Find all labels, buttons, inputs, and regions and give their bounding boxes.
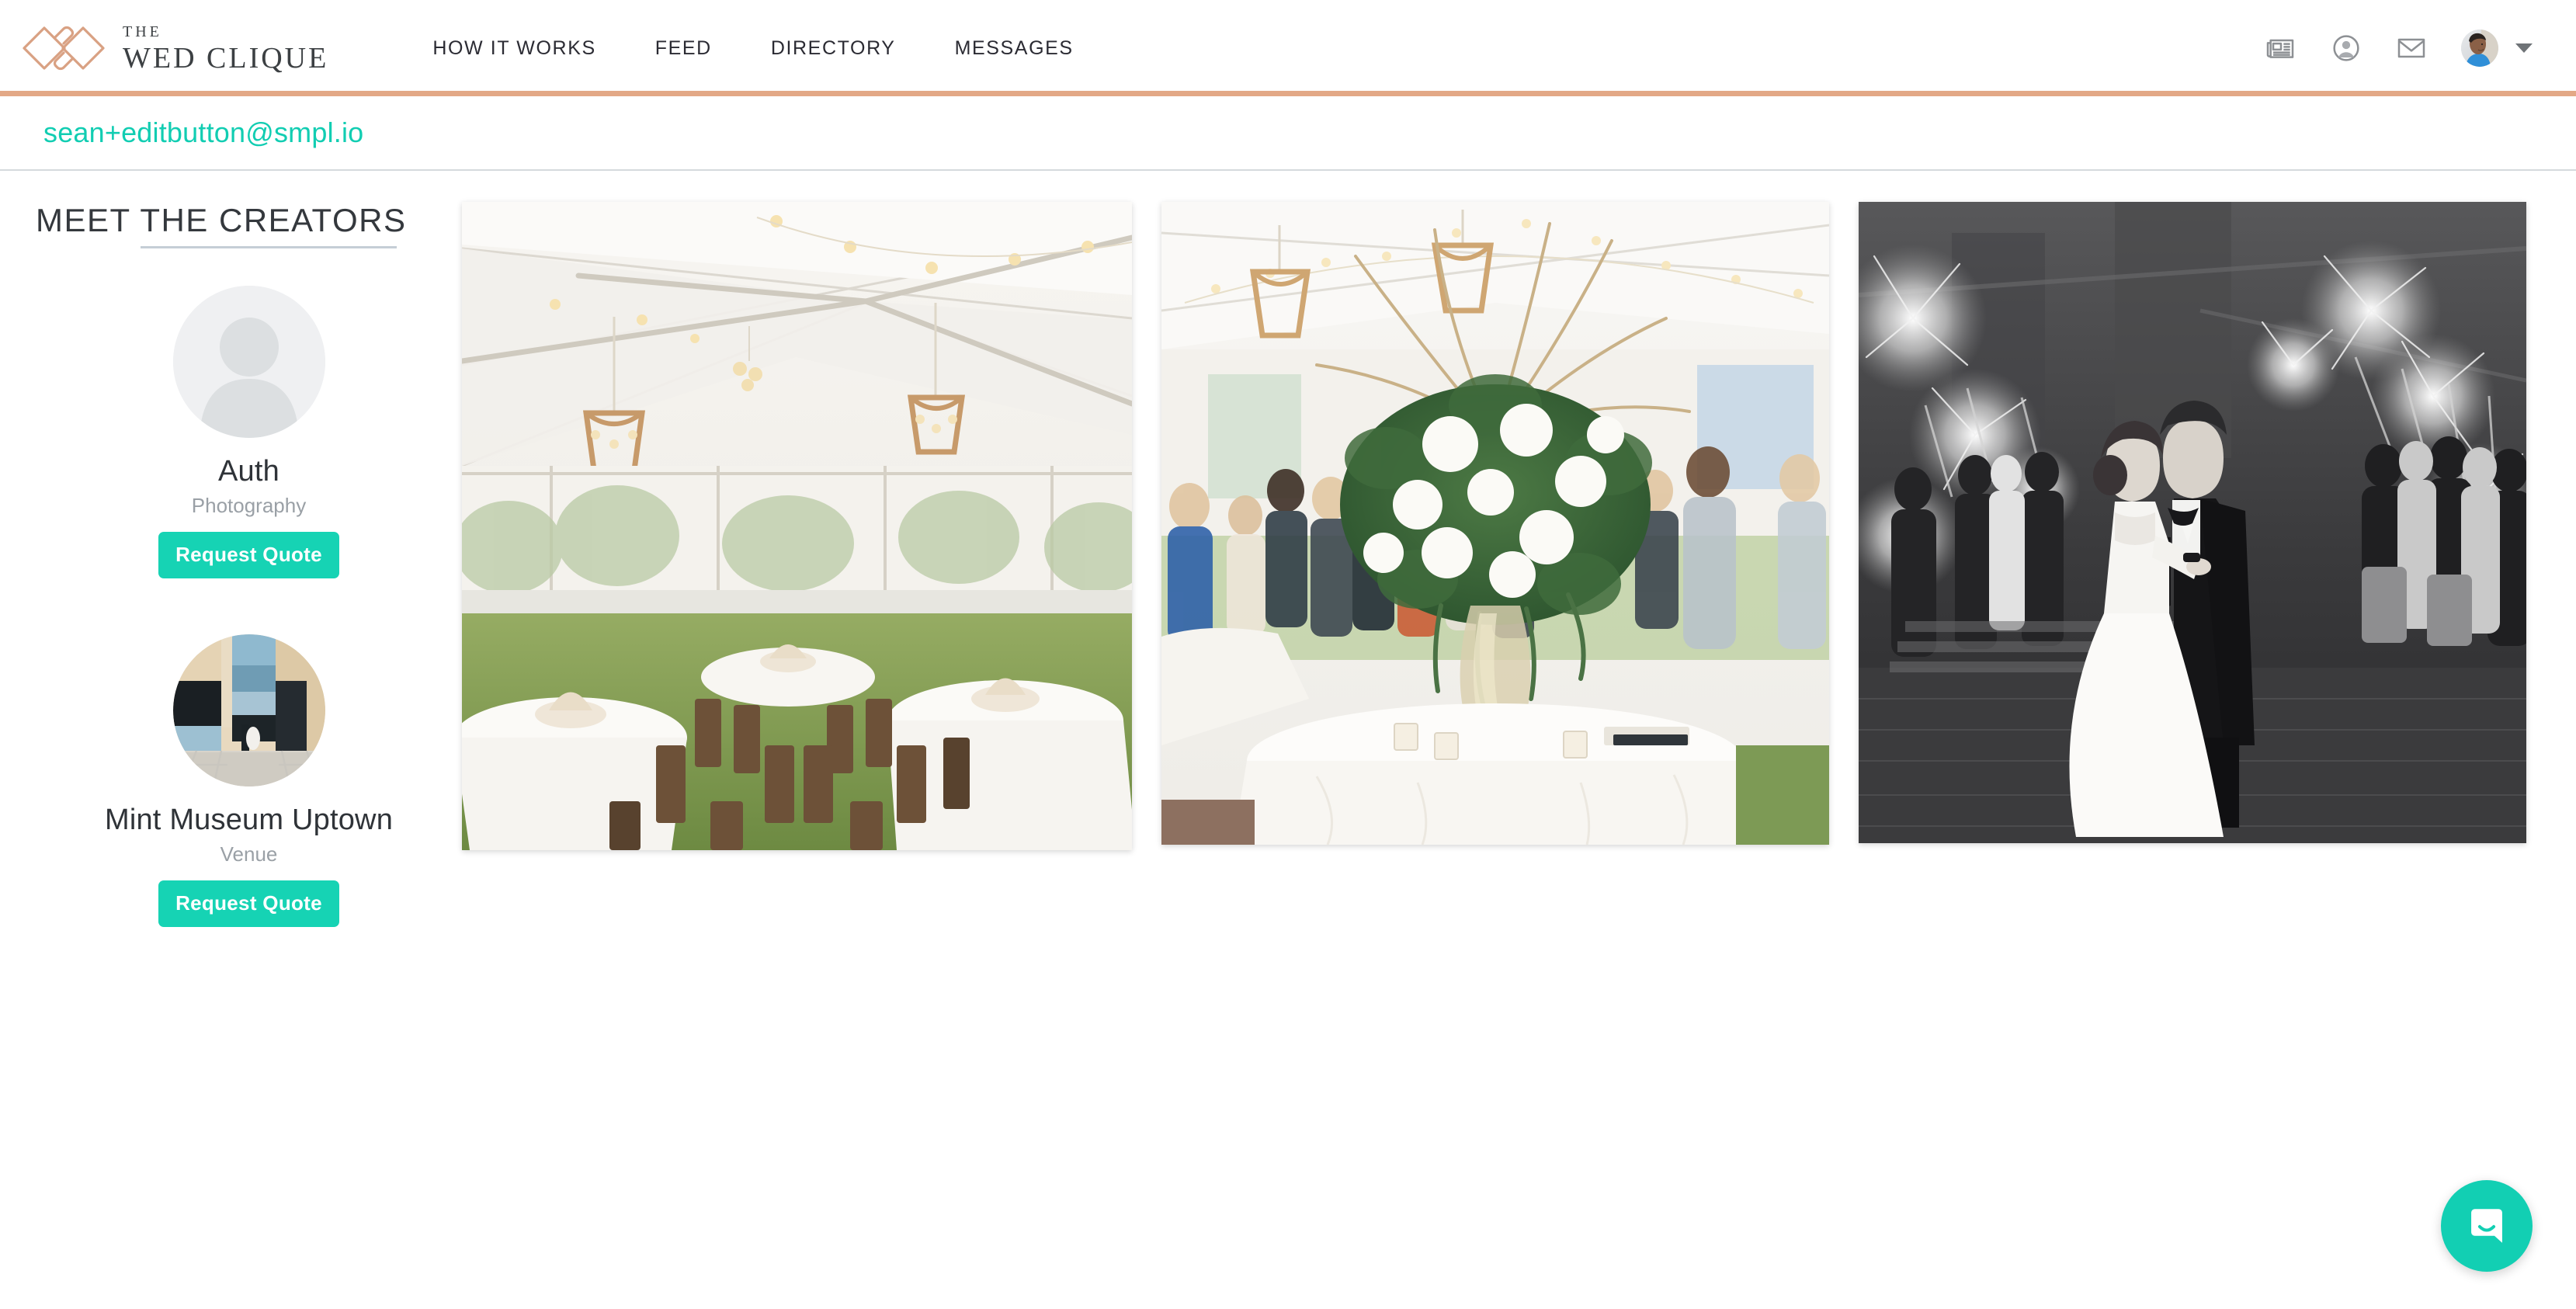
header-accent-line (0, 91, 2576, 96)
interlocking-diamonds-logo (20, 24, 107, 72)
gallery-image-floral-centerpiece[interactable] (1161, 202, 1829, 845)
brand-wordmark: THE WED CLIQUE (123, 24, 328, 73)
creator-card: Auth Photography Request Quote (36, 286, 462, 578)
creators-heading: MEET THE CREATORS (36, 202, 406, 250)
creator-card: Mint Museum Uptown Venue Request Quote (36, 634, 462, 927)
nav-item-feed[interactable]: FEED (626, 37, 741, 60)
creators-sidebar: MEET THE CREATORS Auth Photography Reque… (0, 202, 462, 927)
newspaper-icon[interactable] (2265, 33, 2297, 64)
gallery-image-tent-reception[interactable] (462, 202, 1132, 850)
main-content: MEET THE CREATORS Auth Photography Reque… (0, 171, 2576, 927)
user-circle-icon[interactable] (2331, 33, 2362, 64)
photo-gallery (462, 202, 2576, 850)
user-avatar[interactable] (2461, 30, 2498, 67)
nav-item-directory[interactable]: DIRECTORY (741, 37, 925, 60)
creator-role: Venue (220, 842, 278, 866)
creator-avatar-photo[interactable] (172, 634, 325, 786)
brand-name-text: WED CLIQUE (123, 41, 329, 75)
main-navigation: HOW IT WORKS FEED DIRECTORY MESSAGES (403, 37, 1102, 60)
account-email-link[interactable]: sean+editbutton@smpl.io (43, 116, 363, 149)
chat-launcher-button[interactable] (2441, 1180, 2533, 1272)
creator-name: Auth (218, 455, 279, 488)
site-header: THE WED CLIQUE HOW IT WORKS FEED DIRECTO… (0, 0, 2576, 96)
account-email-bar: sean+editbutton@smpl.io (0, 96, 2576, 171)
creator-role: Photography (191, 494, 307, 517)
creator-avatar-placeholder[interactable] (172, 286, 325, 438)
request-quote-button[interactable]: Request Quote (158, 880, 339, 927)
creator-name: Mint Museum Uptown (104, 804, 394, 836)
user-menu[interactable] (2461, 30, 2533, 67)
chevron-down-icon[interactable] (2515, 43, 2533, 53)
request-quote-button[interactable]: Request Quote (158, 532, 339, 578)
nav-item-how-it-works[interactable]: HOW IT WORKS (403, 37, 625, 60)
envelope-icon[interactable] (2396, 33, 2427, 64)
brand-the-text: THE (123, 23, 162, 40)
brand-logo-link[interactable]: THE WED CLIQUE (20, 24, 328, 73)
speech-bubble-smile-icon (2464, 1203, 2509, 1248)
nav-item-messages[interactable]: MESSAGES (925, 37, 1103, 60)
gallery-image-sparkler-exit[interactable] (1859, 202, 2526, 843)
header-actions (2265, 30, 2533, 67)
